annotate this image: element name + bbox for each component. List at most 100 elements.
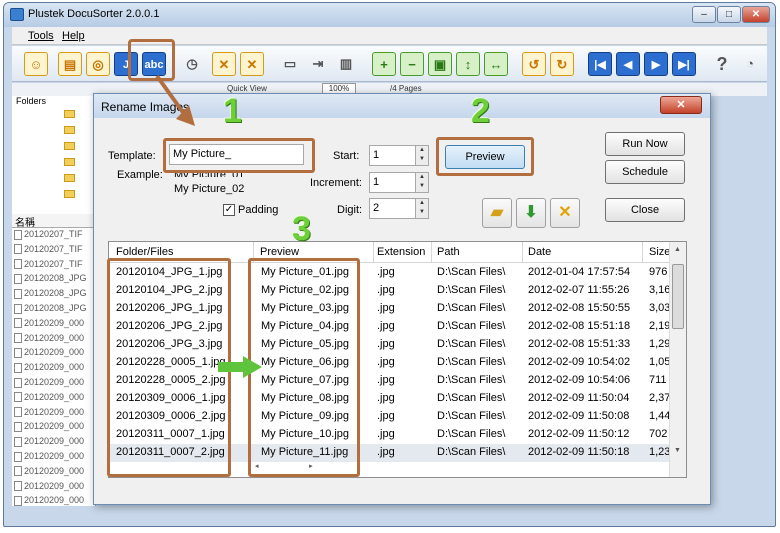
extension-cell: .jpg [377, 446, 395, 458]
column-header[interactable]: Date [528, 246, 551, 258]
menu-bar: Tools Help [12, 27, 767, 45]
scrollbar-thumb[interactable] [672, 264, 684, 329]
rotate-left-icon[interactable]: ↺ [522, 52, 546, 76]
file-list-item[interactable]: 20120209_000 [14, 362, 96, 376]
fit-height-icon[interactable]: ↕ [456, 52, 480, 76]
menu-tools[interactable]: Tools [28, 30, 54, 42]
digit-input[interactable]: 2 [369, 198, 416, 219]
file-list-item[interactable]: 20120207_TIF [14, 229, 96, 243]
name-column-header[interactable]: 名稱 [12, 214, 96, 229]
tree-node[interactable] [64, 108, 94, 120]
tree-node[interactable] [64, 140, 94, 152]
file-list-item[interactable]: 20120209_000 [14, 481, 96, 495]
minimize-button[interactable]: ‒ [692, 6, 716, 23]
padding-checkbox[interactable]: ✓ [223, 204, 235, 216]
fit-page-icon[interactable]: ▣ [428, 52, 452, 76]
file-list-item[interactable]: 20120209_000 [14, 318, 96, 332]
dialog-close-button[interactable]: ✕ [660, 96, 702, 114]
folder-icon [64, 109, 75, 118]
file-name: 20120209_000 [24, 495, 85, 506]
tree-node[interactable] [64, 124, 94, 136]
file-list-item[interactable]: 20120207_TIF [14, 259, 96, 273]
scanner-icon[interactable]: ▭ [278, 52, 302, 76]
rotate-right-icon[interactable]: ↻ [550, 52, 574, 76]
start-spinner[interactable]: ▲ ▼ [415, 145, 429, 166]
next-page-icon[interactable]: ▶ [644, 52, 668, 76]
file-list-item[interactable]: 20120209_000 [14, 495, 96, 509]
schedule-button[interactable]: Schedule [605, 160, 685, 184]
file-list-item[interactable]: 20120207_TIF [14, 244, 96, 258]
increment-input[interactable]: 1 [369, 172, 416, 193]
file-name: 20120209_000 [24, 391, 85, 402]
tree-node[interactable] [64, 156, 94, 168]
file-list-item[interactable]: 20120209_000 [14, 451, 96, 465]
file-list-item[interactable]: 20120209_000 [14, 407, 96, 421]
folder-icon[interactable]: ▤ [58, 52, 82, 76]
file-list-item[interactable]: 20120208_JPG [14, 288, 96, 302]
help-icon[interactable]: ? [710, 52, 734, 76]
column-header[interactable]: Extension [377, 246, 425, 258]
column-header[interactable]: Folder/Files [116, 246, 173, 258]
dialog-title: Rename Images [101, 100, 190, 114]
vertical-scrollbar[interactable]: ▲ ▼ [669, 242, 686, 477]
scroll-up-icon[interactable]: ▲ [674, 246, 681, 253]
export-icon[interactable]: ⇥ [306, 52, 330, 76]
menu-help[interactable]: Help [62, 30, 85, 42]
close-button[interactable]: Close [605, 198, 685, 222]
run-now-button[interactable]: Run Now [605, 132, 685, 156]
download-arrow-icon[interactable]: ⬇ [516, 198, 546, 228]
barcode-icon[interactable]: ▥ [334, 52, 358, 76]
file-name: 20120209_000 [24, 362, 85, 373]
zoom-in-icon[interactable]: + [372, 52, 396, 76]
file-list-item[interactable]: 20120209_000 [14, 421, 96, 435]
file-list-item[interactable]: 20120209_000 [14, 392, 96, 406]
open-folder-icon[interactable]: ▰ [482, 198, 512, 228]
date-cell: 2012-02-09 11:50:08 [528, 410, 630, 422]
size-cell: 702 [649, 428, 668, 440]
column-divider[interactable] [373, 242, 374, 263]
clock-icon[interactable]: ◷ [180, 52, 204, 76]
digit-spinner[interactable]: ▲ ▼ [415, 198, 429, 219]
file-list-item[interactable]: 20120208_JPG [14, 273, 96, 287]
last-page-icon[interactable]: ▶| [672, 52, 696, 76]
path-cell: D:\Scan Files\ [437, 374, 506, 386]
tree-node[interactable] [64, 172, 94, 184]
file-list-item[interactable]: 20120209_000 [14, 347, 96, 361]
file-list-item[interactable]: 20120208_JPG [14, 303, 96, 317]
start-label: Start: [333, 150, 360, 162]
fit-width-icon[interactable]: ↔ [484, 52, 508, 76]
close-window-button[interactable]: ✕ [742, 6, 770, 23]
file-list-item[interactable]: 20120209_000 [14, 466, 96, 480]
column-divider[interactable] [431, 242, 432, 263]
person-icon[interactable]: ☺ [24, 52, 48, 76]
inspect-icon[interactable]: ◎ [86, 52, 110, 76]
column-divider[interactable] [522, 242, 523, 263]
column-divider[interactable] [642, 242, 643, 263]
file-list-item[interactable]: 20120209_000 [14, 377, 96, 391]
increment-spinner[interactable]: ▲ ▼ [415, 172, 429, 193]
file-name: 20120209_000 [24, 347, 85, 358]
prev-page-icon[interactable]: ◀ [616, 52, 640, 76]
start-input[interactable]: 1 [369, 145, 416, 166]
tree-node[interactable] [64, 188, 94, 200]
zoom-out-icon[interactable]: − [400, 52, 424, 76]
maximize-button[interactable]: □ [717, 6, 741, 23]
path-cell: D:\Scan Files\ [437, 320, 506, 332]
file-name: 20120209_000 [24, 406, 85, 417]
scroll-down-icon[interactable]: ▼ [674, 447, 681, 454]
file-name: 20120209_000 [24, 465, 85, 476]
file-name: 20120207_TIF [24, 258, 83, 269]
column-header[interactable]: Path [437, 246, 460, 258]
file-list-item[interactable]: 20120209_000 [14, 436, 96, 450]
about-icon[interactable]: ◔ [738, 52, 762, 76]
clear-x-icon[interactable]: ✕ [550, 198, 580, 228]
pdf-delete-icon[interactable]: ✕ [212, 52, 236, 76]
tiff-delete-icon[interactable]: ✕ [240, 52, 264, 76]
file-list-item[interactable]: 20120209_000 [14, 333, 96, 347]
template-label: Template: [108, 150, 156, 162]
first-page-icon[interactable]: |◀ [588, 52, 612, 76]
path-cell: D:\Scan Files\ [437, 392, 506, 404]
column-header[interactable]: Size [649, 246, 670, 258]
path-cell: D:\Scan Files\ [437, 356, 506, 368]
path-cell: D:\Scan Files\ [437, 302, 506, 314]
